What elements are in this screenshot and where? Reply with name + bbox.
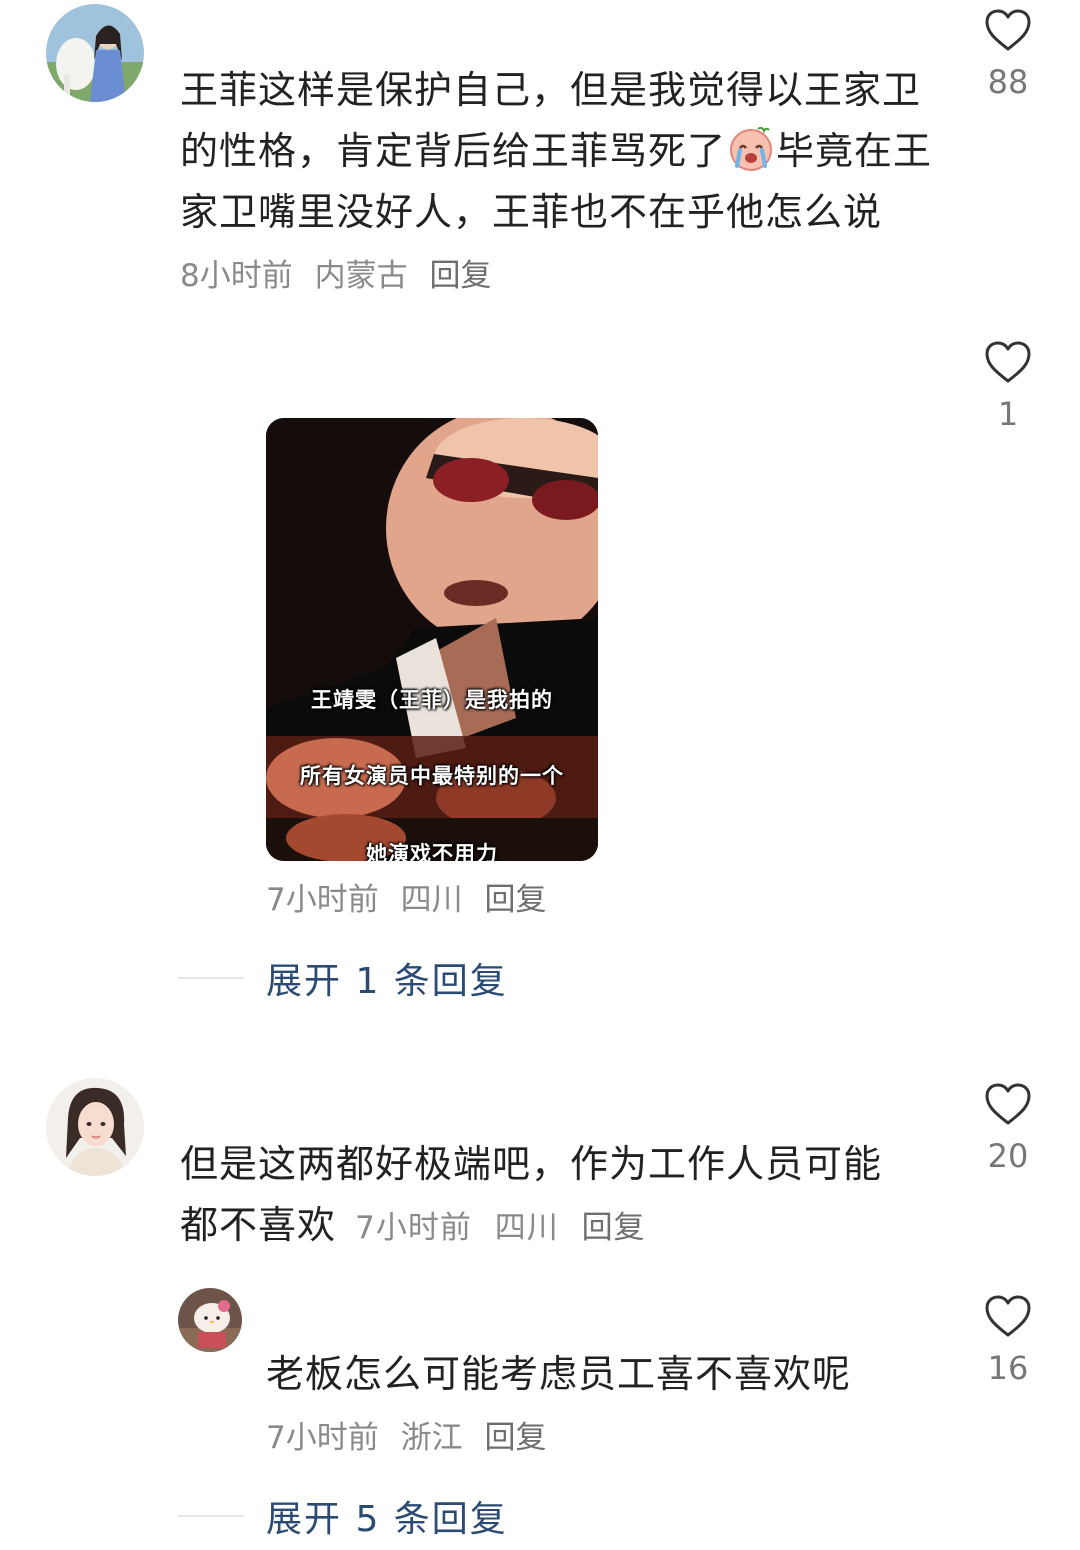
heart-outline-icon [985, 1295, 1031, 1337]
crying-face-emoji-icon [728, 126, 774, 172]
divider [178, 1515, 244, 1517]
like-button[interactable]: 1 [968, 340, 1048, 434]
divider [178, 977, 244, 979]
reply-button[interactable]: 回复 [582, 1210, 646, 1246]
comment-image[interactable]: 王靖雯（王菲）是我拍的 所有女演员中最特别的一个 她演戏不用力 [266, 418, 598, 861]
comment-text: 王菲这样是保护自己，但是我觉得以王家卫的性格，肯定背后给王菲骂死了 毕竟在王家卫… [180, 68, 933, 234]
like-button[interactable]: 20 [968, 1082, 1048, 1176]
comment-location: 四川 [400, 882, 463, 918]
image-caption: 王靖雯（王菲）是我拍的 [311, 688, 553, 712]
comment-meta: 7小时前 浙江 回复 [266, 1418, 558, 1458]
like-count: 1 [997, 395, 1019, 433]
comment-meta: 7小时前 四川 回复 [355, 1210, 657, 1246]
avatar[interactable] [46, 1078, 144, 1176]
expand-replies-button[interactable]: 展开 5 条回复 [178, 1490, 508, 1542]
comment-time: 7小时前 [266, 1420, 379, 1456]
expand-replies-button[interactable]: 展开 1 条回复 [178, 952, 508, 1004]
avatar[interactable] [178, 1288, 242, 1352]
image-caption: 她演戏不用力 [366, 842, 498, 861]
comment-time: 8小时前 [180, 258, 293, 294]
like-button[interactable]: 88 [968, 8, 1048, 102]
reply-button[interactable]: 回复 [484, 1420, 546, 1456]
heart-outline-icon [985, 1083, 1031, 1125]
heart-outline-icon [985, 9, 1031, 51]
comment-time: 7小时前 [355, 1210, 472, 1246]
reply-button[interactable]: 回复 [484, 882, 546, 918]
comment-text: 但是这两都好极端吧，作为工作人员可能都不喜欢 7小时前 四川 回复 [180, 1142, 883, 1247]
comment-time: 7小时前 [266, 882, 379, 918]
reply-button[interactable]: 回复 [429, 258, 491, 294]
comment-location: 浙江 [400, 1420, 463, 1456]
like-count: 20 [987, 1137, 1029, 1175]
expand-replies-label: 展开 5 条回复 [266, 1499, 508, 1540]
image-caption: 所有女演员中最特别的一个 [300, 764, 564, 788]
expand-replies-label: 展开 1 条回复 [266, 961, 508, 1002]
comment-meta: 7小时前 四川 回复 [266, 880, 558, 920]
avatar[interactable] [46, 4, 144, 102]
comment-text: 老板怎么可能考虑员工喜不喜欢呢 [266, 1352, 852, 1396]
comment-meta: 8小时前 内蒙古 回复 [180, 256, 503, 296]
comment-location: 内蒙古 [314, 258, 408, 294]
like-count: 16 [987, 1349, 1029, 1387]
heart-outline-icon [985, 341, 1031, 383]
like-count: 88 [987, 63, 1029, 101]
comment-location: 四川 [494, 1210, 559, 1246]
like-button[interactable]: 16 [968, 1294, 1048, 1388]
